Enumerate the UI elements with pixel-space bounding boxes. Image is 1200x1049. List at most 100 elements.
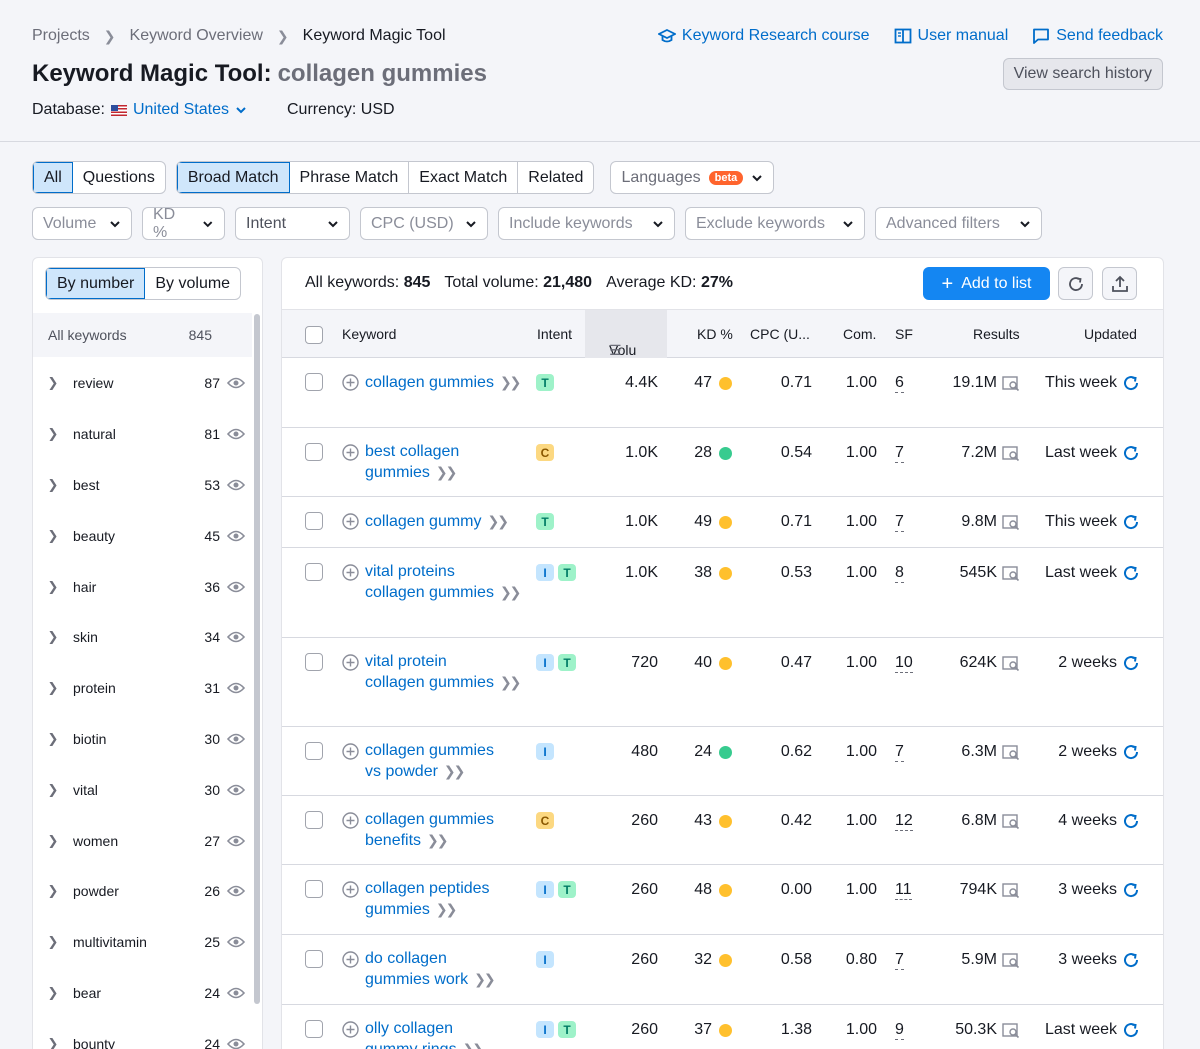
include-keywords-filter[interactable]: Include keywords: [498, 207, 675, 240]
eye-icon[interactable]: [220, 784, 252, 796]
refresh-button[interactable]: [1058, 267, 1093, 300]
refresh-icon[interactable]: [1122, 1021, 1140, 1039]
chevron-right-icon[interactable]: ❯: [33, 782, 73, 798]
advanced-filters[interactable]: Advanced filters: [875, 207, 1042, 240]
sidebar-scrollbar[interactable]: [254, 314, 260, 1004]
serp-features-link[interactable]: 8: [895, 564, 904, 583]
serp-features-link[interactable]: 9: [895, 1021, 904, 1040]
serp-features-link[interactable]: 6: [895, 374, 904, 393]
eye-icon[interactable]: [220, 733, 252, 745]
chevron-right-icon[interactable]: ❯: [33, 477, 73, 493]
serp-preview-icon[interactable]: [1002, 1023, 1020, 1039]
serp-features-link[interactable]: 7: [895, 513, 904, 532]
row-checkbox[interactable]: [305, 742, 323, 760]
all-keywords-group[interactable]: All keywords 845: [33, 313, 252, 357]
keyword-link[interactable]: collagen gummies vs powder ❯❯: [365, 741, 530, 782]
database-selector[interactable]: United States: [110, 101, 247, 119]
row-checkbox[interactable]: [305, 443, 323, 461]
chevron-right-icon[interactable]: ❯: [33, 528, 73, 544]
keyword-link[interactable]: collagen peptides gummies ❯❯: [365, 879, 530, 920]
serp-features-link[interactable]: 10: [895, 654, 913, 673]
double-chevron-right-icon[interactable]: ❯❯: [427, 832, 449, 848]
eye-icon[interactable]: [220, 479, 252, 491]
refresh-icon[interactable]: [1122, 654, 1140, 672]
row-checkbox[interactable]: [305, 653, 323, 671]
kd-filter[interactable]: KD %: [142, 206, 225, 241]
languages-dropdown[interactable]: Languages beta: [610, 161, 775, 194]
sidebar-group-powder[interactable]: ❯ powder 26: [33, 866, 252, 917]
volume-filter[interactable]: Volume: [32, 207, 132, 240]
add-circle-icon[interactable]: [342, 374, 359, 391]
chevron-right-icon[interactable]: ❯: [33, 934, 73, 950]
add-circle-icon[interactable]: [342, 654, 359, 671]
sidebar-group-review[interactable]: ❯ review 87: [33, 358, 252, 409]
chevron-right-icon[interactable]: ❯: [33, 629, 73, 645]
col-kd[interactable]: KD %: [697, 326, 733, 342]
refresh-icon[interactable]: [1122, 374, 1140, 392]
serp-preview-icon[interactable]: [1002, 814, 1020, 830]
add-circle-icon[interactable]: [342, 513, 359, 530]
col-keyword[interactable]: Keyword: [342, 326, 396, 342]
serp-features-link[interactable]: 7: [895, 444, 904, 463]
serp-features-link[interactable]: 7: [895, 743, 904, 762]
chevron-right-icon[interactable]: ❯: [33, 883, 73, 899]
serp-preview-icon[interactable]: [1002, 883, 1020, 899]
keyword-link[interactable]: collagen gummy ❯❯: [365, 511, 530, 532]
intent-filter[interactable]: Intent: [235, 207, 350, 240]
refresh-icon[interactable]: [1122, 951, 1140, 969]
tab-broad-match[interactable]: Broad Match: [176, 162, 290, 193]
eye-icon[interactable]: [220, 428, 252, 440]
keyword-link[interactable]: do collagen gummies work ❯❯: [365, 949, 530, 990]
refresh-icon[interactable]: [1122, 444, 1140, 462]
serp-preview-icon[interactable]: [1002, 745, 1020, 761]
double-chevron-right-icon[interactable]: ❯❯: [444, 763, 466, 779]
refresh-icon[interactable]: [1122, 564, 1140, 582]
eye-icon[interactable]: [220, 1038, 252, 1049]
add-circle-icon[interactable]: [342, 444, 359, 461]
refresh-icon[interactable]: [1122, 513, 1140, 531]
row-checkbox[interactable]: [305, 1020, 323, 1038]
col-results[interactable]: Results: [973, 326, 1020, 342]
chevron-right-icon[interactable]: ❯: [33, 833, 73, 849]
eye-icon[interactable]: [220, 631, 252, 643]
double-chevron-right-icon[interactable]: ❯❯: [463, 1041, 485, 1049]
keyword-link[interactable]: collagen gummies ❯❯: [365, 372, 530, 393]
eye-icon[interactable]: [220, 530, 252, 542]
keyword-link[interactable]: collagen gummies benefits ❯❯: [365, 810, 530, 851]
double-chevron-right-icon[interactable]: ❯❯: [500, 374, 522, 390]
add-circle-icon[interactable]: [342, 812, 359, 829]
serp-preview-icon[interactable]: [1002, 656, 1020, 672]
add-circle-icon[interactable]: [342, 881, 359, 898]
add-to-list-button[interactable]: + Add to list: [923, 267, 1050, 300]
tab-by-volume[interactable]: By volume: [145, 268, 240, 299]
export-button[interactable]: [1102, 267, 1137, 300]
chevron-right-icon[interactable]: ❯: [33, 426, 73, 442]
eye-icon[interactable]: [220, 835, 252, 847]
eye-icon[interactable]: [220, 936, 252, 948]
row-checkbox[interactable]: [305, 512, 323, 530]
double-chevron-right-icon[interactable]: ❯❯: [488, 513, 510, 529]
add-circle-icon[interactable]: [342, 564, 359, 581]
double-chevron-right-icon[interactable]: ❯❯: [436, 464, 458, 480]
sidebar-group-protein[interactable]: ❯ protein 31: [33, 663, 252, 714]
eye-icon[interactable]: [220, 987, 252, 999]
sidebar-group-multivitamin[interactable]: ❯ multivitamin 25: [33, 917, 252, 968]
breadcrumb-keyword-overview[interactable]: Keyword Overview: [130, 27, 263, 45]
keyword-link[interactable]: olly collagengummy rings❯❯: [365, 1019, 530, 1049]
keyword-link[interactable]: vital protein collagen gummies ❯❯: [365, 652, 530, 693]
col-com[interactable]: Com.: [843, 326, 876, 342]
double-chevron-right-icon[interactable]: ❯❯: [436, 901, 458, 917]
breadcrumb-projects[interactable]: Projects: [32, 27, 90, 45]
chevron-right-icon[interactable]: ❯: [33, 1036, 73, 1049]
col-intent[interactable]: Intent: [537, 326, 572, 342]
tab-related[interactable]: Related: [518, 162, 593, 193]
sidebar-group-bear[interactable]: ❯ bear 24: [33, 968, 252, 1019]
refresh-icon[interactable]: [1122, 881, 1140, 899]
send-feedback-link[interactable]: Send feedback: [1032, 27, 1163, 45]
sidebar-group-beauty[interactable]: ❯ beauty 45: [33, 510, 252, 561]
row-checkbox[interactable]: [305, 373, 323, 391]
keyword-research-course-link[interactable]: Keyword Research course: [657, 27, 870, 45]
exclude-keywords-filter[interactable]: Exclude keywords: [685, 207, 865, 240]
sidebar-group-biotin[interactable]: ❯ biotin 30: [33, 714, 252, 765]
serp-preview-icon[interactable]: [1002, 376, 1020, 392]
